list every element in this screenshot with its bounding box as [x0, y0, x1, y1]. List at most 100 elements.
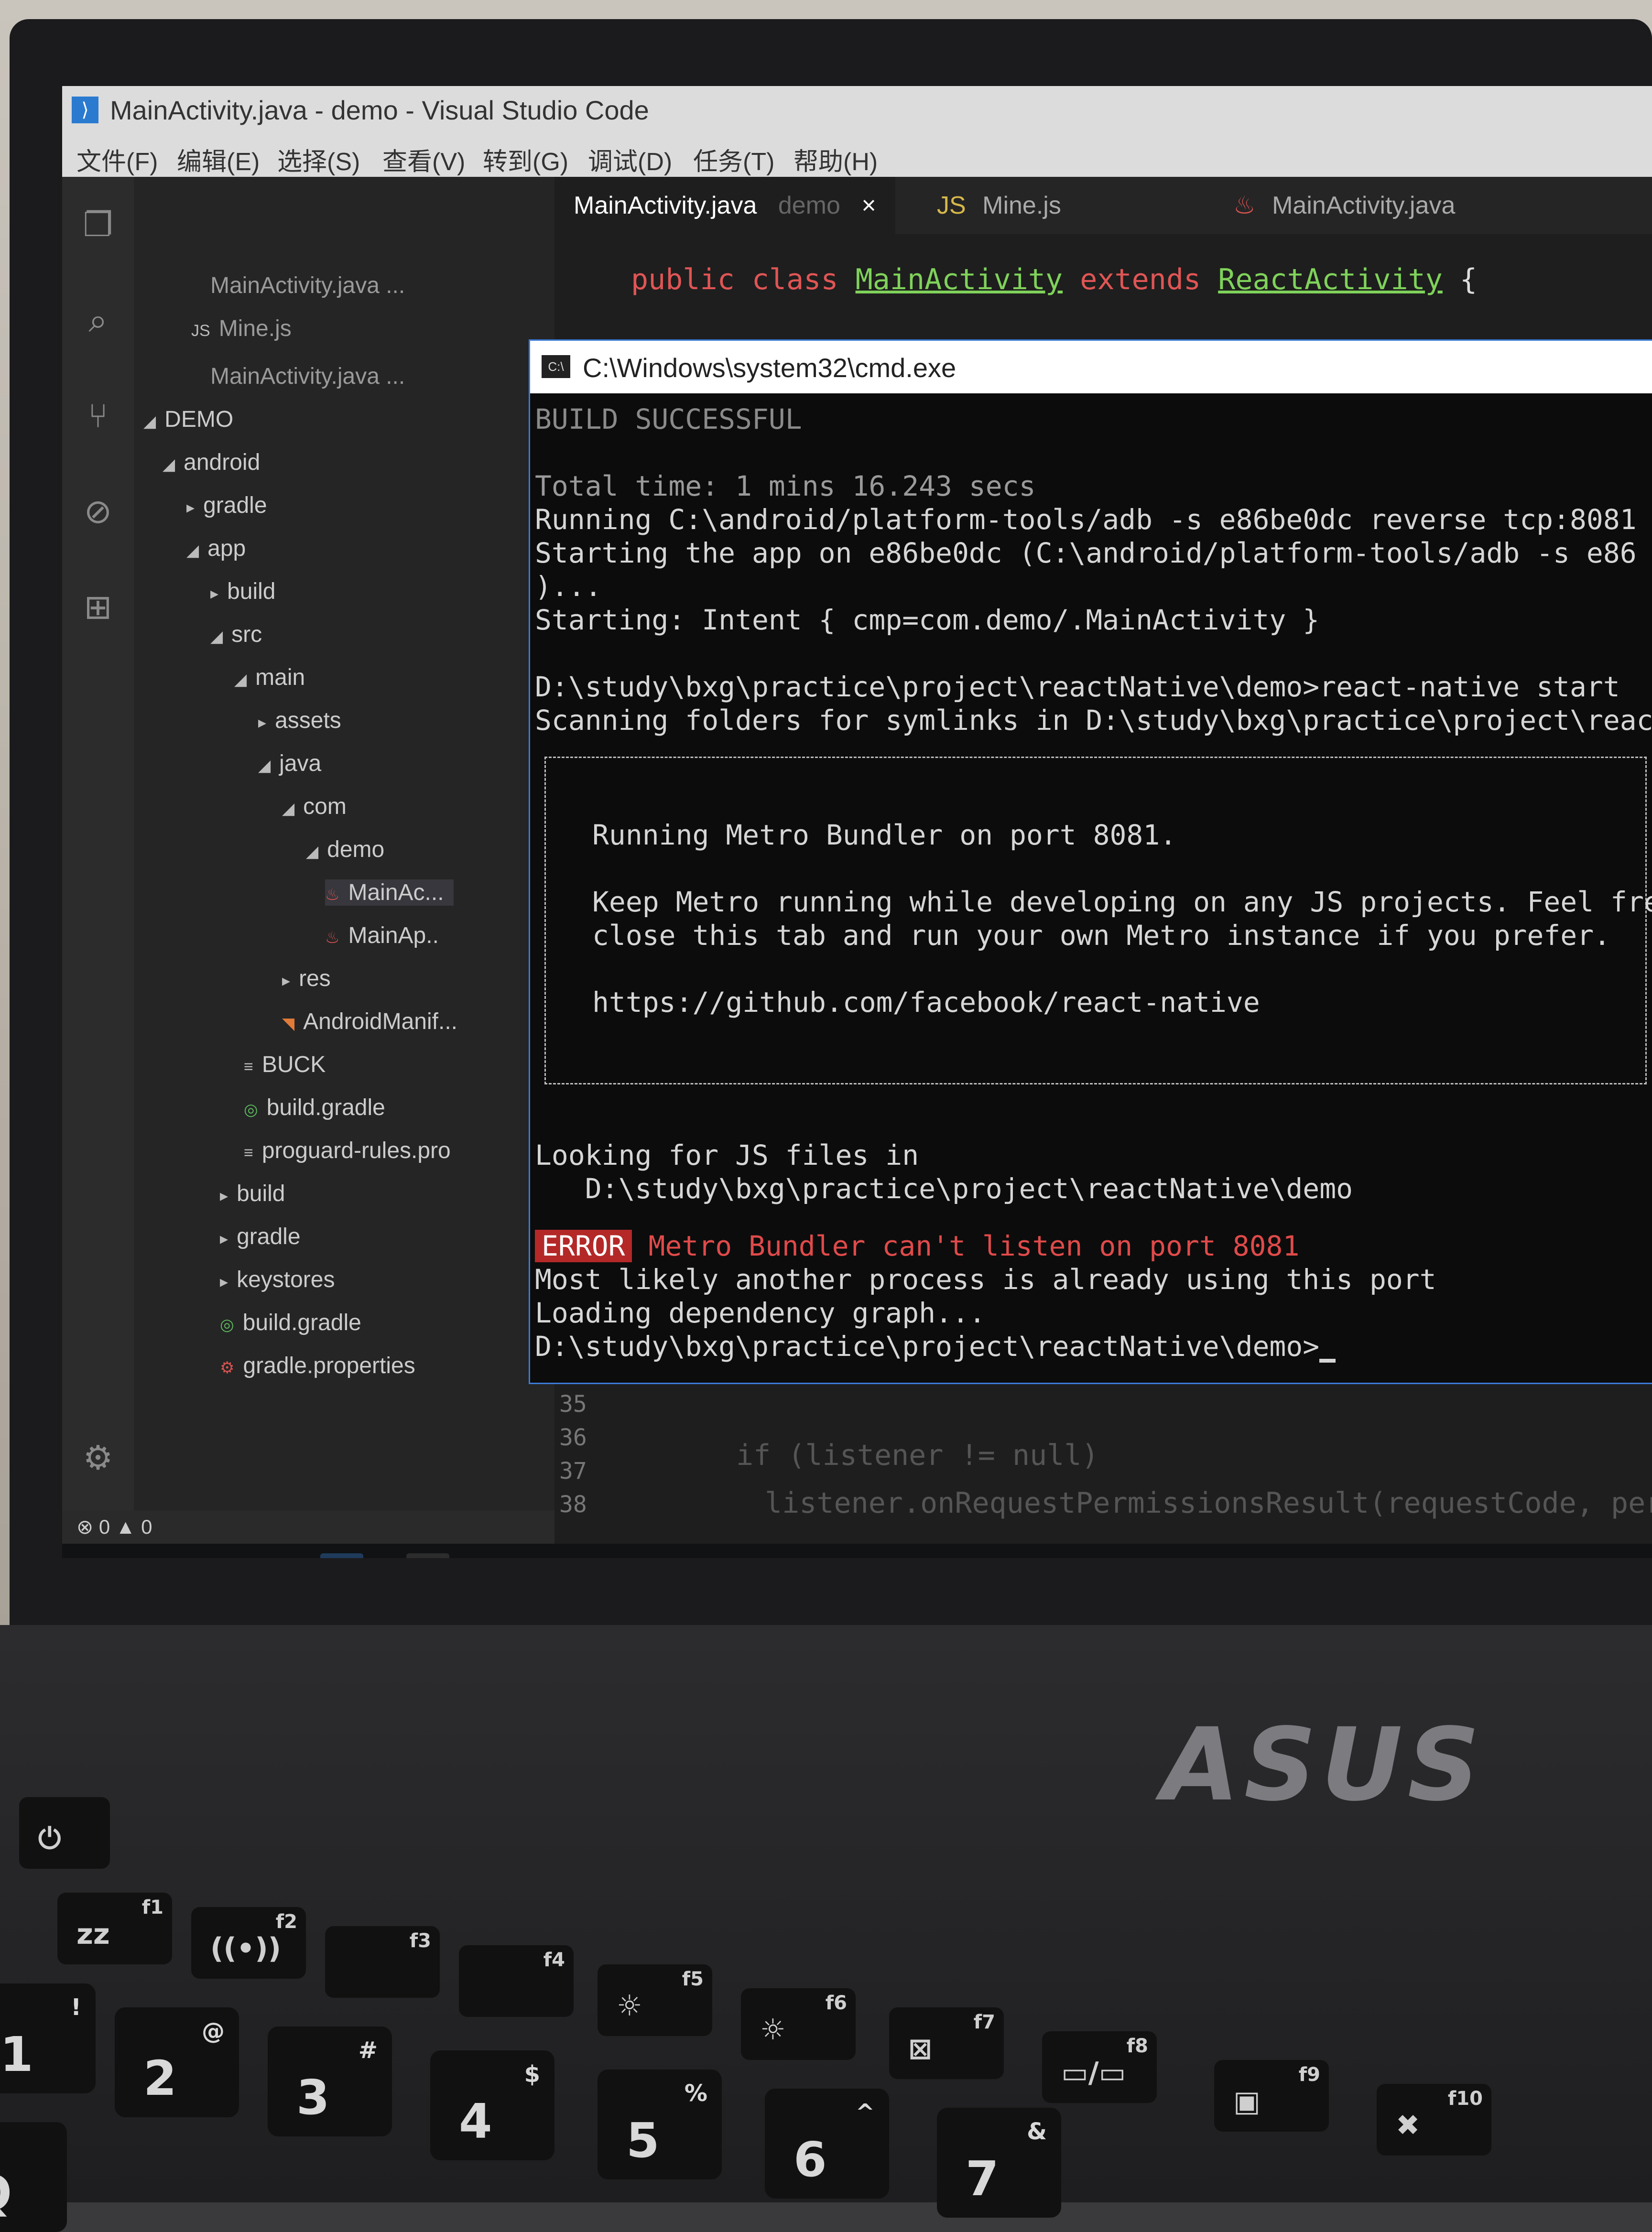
tree-folder-java[interactable]: ◢ java — [258, 750, 321, 777]
app-icon[interactable]: ◕ — [578, 1553, 621, 1558]
tab-mainactivity-2[interactable]: ♨ MainActivity.java — [1214, 177, 1474, 234]
console-link[interactable]: https://github.com/facebook/react-native — [592, 986, 1260, 1018]
source-control-icon[interactable]: ⑂ — [79, 397, 117, 435]
tree-file-build-gradle[interactable]: ◎ build.gradle — [220, 1310, 361, 1336]
tree-folder-app[interactable]: ◢ app — [186, 535, 246, 562]
tree-file-androidmanifest[interactable]: ◥ AndroidManif... — [282, 1008, 457, 1035]
menu-help[interactable]: 帮助(H) — [793, 141, 878, 177]
console-prompt[interactable]: D:\study\bxg\practice\project\reactNativ… — [535, 1330, 1336, 1363]
cmd-output[interactable]: BUILD SUCCESSFUL Total time: 1 mins 16.2… — [530, 393, 1652, 1383]
menu-edit[interactable]: 编辑(E) — [177, 141, 260, 177]
chrome-icon[interactable]: ◉ — [492, 1553, 535, 1558]
chevron-right-icon: ▸ — [282, 972, 291, 990]
tree-folder-res[interactable]: ▸ res — [282, 965, 331, 992]
key-f8[interactable]: f8 ▭/▭ — [1042, 2031, 1157, 2103]
console-line: Most likely another process is already u… — [535, 1263, 1436, 1296]
console-line: Running C:\android/platform-tools/adb -s… — [535, 503, 1637, 536]
explorer-sidebar: MainActivity.java ... JS Mine.js MainActi… — [134, 177, 554, 1553]
code-line: listener.onRequestPermissionsResult(requ… — [765, 1486, 1652, 1520]
tab-mine-js[interactable]: JS Mine.js — [918, 177, 1080, 234]
text-file-icon: ≡ — [244, 1144, 253, 1162]
tree-file-mainapplication[interactable]: ♨ MainAp.. — [325, 922, 439, 949]
key-f10[interactable]: f10 ✖ — [1377, 2084, 1491, 2156]
key-f7[interactable]: f7 ⊠ — [889, 2007, 1004, 2079]
console-line: D:\study\bxg\practice\project\reactNativ… — [535, 1172, 1353, 1205]
chevron-right-icon: ▸ — [220, 1273, 228, 1291]
chevron-right-icon: ▸ — [210, 585, 219, 603]
key-f4[interactable]: f4 — [459, 1945, 574, 2017]
open-editor-item[interactable]: MainActivity.java ... — [210, 272, 405, 299]
menu-debug[interactable]: 调试(D) — [588, 141, 672, 177]
tree-file-buck[interactable]: ≡ BUCK — [244, 1051, 326, 1078]
key-q[interactable]: Q — [0, 2122, 67, 2232]
app-icon[interactable]: ⬢ — [750, 1553, 793, 1558]
key-f6[interactable]: f6 ☼ — [741, 1988, 856, 2060]
console-line: Starting the app on e86be0dc (C:\android… — [535, 537, 1637, 569]
menu-tasks[interactable]: 任务(T) — [693, 141, 774, 177]
menu-go[interactable]: 转到(G) — [483, 141, 568, 177]
open-editor-item[interactable]: JS Mine.js — [191, 315, 292, 342]
code-line: if (listener != null) — [736, 1439, 1099, 1472]
key-f5[interactable]: f5 ☼ — [598, 1964, 712, 2036]
tree-file-proguard[interactable]: ≡ proguard-rules.pro — [244, 1138, 451, 1164]
key-2[interactable]: @2 — [115, 2007, 239, 2117]
key-f1[interactable]: f1 zz — [57, 1893, 172, 1964]
chevron-right-icon: ▸ — [258, 714, 267, 732]
extensions-icon[interactable]: ⊞ — [79, 588, 117, 626]
start-icon[interactable]: ⊞ — [153, 1553, 196, 1558]
problems-count[interactable]: ⊗ 0 ▲ 0 — [76, 1515, 152, 1539]
tree-folder-src[interactable]: ◢ src — [210, 621, 262, 648]
tree-folder-keystores[interactable]: ▸ keystores — [220, 1267, 335, 1293]
key-1[interactable]: ! 1 — [0, 1983, 96, 2093]
key-7[interactable]: & 7 — [937, 2108, 1061, 2218]
power-key[interactable]: ⏻ — [19, 1797, 110, 1869]
tree-folder-main[interactable]: ◢ main — [234, 664, 305, 691]
cmd-title-bar[interactable]: C:\ C:\Windows\system32\cmd.exe — [530, 341, 1652, 393]
tree-folder-assets[interactable]: ▸ assets — [258, 707, 341, 734]
file-explorer-icon[interactable]: ▆ — [664, 1553, 707, 1558]
key-6[interactable]: ^ 6 — [765, 2089, 889, 2199]
chevron-right-icon: ▸ — [220, 1230, 228, 1248]
chevron-down-icon: ◢ — [306, 843, 319, 861]
search-icon[interactable]: ⌕ — [79, 301, 117, 339]
settings-gear-icon[interactable]: ⚙ — [79, 1439, 117, 1477]
menu-view[interactable]: 查看(V) — [382, 141, 465, 177]
js-file-icon: JS — [937, 192, 966, 219]
tree-file-gradle-properties[interactable]: ⚙ gradle.properties — [220, 1353, 415, 1379]
console-line: close this tab and run your own Metro in… — [592, 919, 1611, 952]
vscode-taskbar-icon[interactable]: ⟩ — [320, 1553, 363, 1558]
tree-folder-build[interactable]: ▸ build — [220, 1181, 285, 1207]
cmd-taskbar-icon[interactable]: ▭ — [406, 1553, 449, 1558]
menu-selection[interactable]: 选择(S) — [277, 141, 360, 177]
tree-folder-build[interactable]: ▸ build — [210, 578, 276, 605]
open-editor-item[interactable]: MainActivity.java ... — [210, 363, 405, 390]
menu-file[interactable]: 文件(F) — [76, 141, 158, 177]
cmd-window[interactable]: C:\ C:\Windows\system32\cmd.exe BUILD SU… — [529, 339, 1652, 1384]
files-icon[interactable]: ❐ — [79, 206, 117, 244]
key-f2[interactable]: f2 ((•)) — [191, 1907, 306, 1979]
tree-folder-gradle[interactable]: ▸ gradle — [186, 492, 267, 519]
line-number: 36 — [559, 1424, 587, 1451]
key-5[interactable]: % 5 — [598, 2069, 722, 2179]
tree-folder-com[interactable]: ◢ com — [282, 793, 347, 820]
tab-mainactivity[interactable]: MainActivity.java demo × — [554, 177, 895, 234]
debug-icon[interactable]: ⊘ — [79, 492, 117, 531]
tree-folder-gradle[interactable]: ▸ gradle — [220, 1224, 301, 1250]
tree-folder-demo[interactable]: ◢ demo — [306, 836, 384, 863]
key-f9[interactable]: f9 ▣ — [1214, 2060, 1329, 2132]
tree-folder-android[interactable]: ◢ android — [163, 449, 260, 476]
tree-root[interactable]: ◢ DEMO — [143, 406, 233, 433]
key-3[interactable]: #3 — [268, 2026, 392, 2136]
chevron-right-icon: ▸ — [186, 498, 195, 517]
line-number: 35 — [559, 1391, 587, 1418]
status-bar: ⊗ 0 ▲ 0 — [62, 1510, 554, 1544]
tree-file-build-gradle[interactable]: ◎ build.gradle — [244, 1094, 385, 1121]
asus-logo: ASUS — [1162, 1706, 1485, 1823]
key-4[interactable]: $4 — [430, 2050, 554, 2160]
close-icon[interactable]: × — [861, 192, 876, 219]
key-f3[interactable]: f3 — [325, 1926, 440, 1998]
search-icon[interactable]: ⌕ — [239, 1553, 282, 1558]
text-file-icon: ≡ — [244, 1058, 253, 1076]
tree-file-mainactivity[interactable]: ♨ MainAc... — [325, 879, 454, 906]
chevron-down-icon: ◢ — [210, 628, 223, 646]
